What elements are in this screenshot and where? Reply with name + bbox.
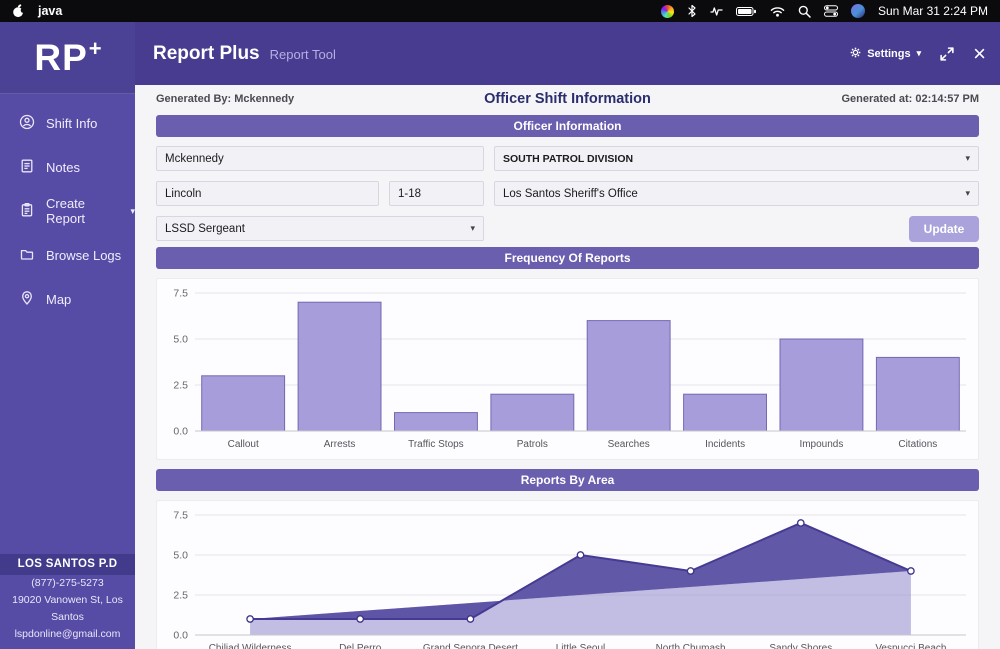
apple-menu-icon[interactable] [12, 3, 26, 19]
department-address: 19020 Vanowen St, Los Santos [0, 592, 135, 626]
svg-text:5.0: 5.0 [173, 334, 188, 346]
division-value: SOUTH PATROL DIVISION [503, 153, 633, 165]
app-subtitle: Report Tool [270, 47, 336, 62]
battery-icon[interactable] [736, 6, 757, 17]
division-select[interactable]: SOUTH PATROL DIVISION ▾ [494, 146, 979, 171]
sidebar-item-label: Notes [46, 160, 80, 175]
svg-text:Little Seoul: Little Seoul [556, 643, 605, 649]
gear-icon [849, 46, 862, 62]
app-logo: RP+ [0, 22, 135, 94]
svg-text:Incidents: Incidents [705, 439, 745, 450]
logo-plus: + [89, 36, 102, 62]
svg-text:Citations: Citations [898, 439, 937, 450]
user-avatar-icon[interactable] [851, 4, 865, 18]
chevron-down-icon: ▾ [470, 223, 475, 234]
svg-text:5.0: 5.0 [173, 550, 188, 562]
map-pin-icon [19, 290, 35, 309]
report-icon [19, 202, 35, 221]
department-select[interactable]: Los Santos Sheriff's Office ▾ [494, 181, 979, 206]
department-phone: (877)-275-5273 [0, 575, 135, 592]
section-header-frequency-of-reports: Frequency Of Reports [156, 247, 979, 269]
wifi-icon[interactable] [770, 6, 785, 17]
first-name-field[interactable] [156, 146, 484, 171]
generated-at: Generated at: 02:14:57 PM [841, 93, 979, 105]
sidebar: RP+ Shift Info Notes [0, 22, 135, 649]
svg-text:0.0: 0.0 [173, 426, 188, 438]
close-button[interactable]: × [973, 43, 986, 65]
main-content: Generated By: Mckennedy Officer Shift In… [135, 85, 1000, 649]
sidebar-item-shift-info[interactable]: Shift Info [0, 101, 135, 145]
svg-text:North Chumash: North Chumash [656, 643, 726, 649]
menubar-clock[interactable]: Sun Mar 31 2:24 PM [878, 4, 988, 18]
officer-info-form: SOUTH PATROL DIVISION ▾ Los Santos Sheri… [156, 146, 979, 242]
area-chart-canvas: 0.0 2.5 5.0 7.5 Chiliad Wilderness Del Perro G… [157, 501, 978, 649]
activity-icon[interactable] [710, 5, 723, 17]
department-value: Los Santos Sheriff's Office [503, 188, 638, 200]
sidebar-item-map[interactable]: Map [0, 277, 135, 321]
svg-text:Sandy Shores: Sandy Shores [769, 643, 832, 649]
sidebar-item-label: Map [46, 292, 71, 307]
macos-menubar: java [0, 0, 1000, 22]
report-meta-row: Generated By: Mckennedy Officer Shift In… [135, 85, 1000, 111]
reports-by-area-chart: 0.0 2.5 5.0 7.5 Chiliad Wilderness Del Perro G… [156, 500, 979, 649]
svg-text:7.5: 7.5 [173, 288, 188, 300]
callsign-field[interactable] [389, 181, 484, 206]
last-name-field[interactable] [156, 181, 379, 206]
rank-value: LSSD Sergeant [165, 223, 245, 235]
svg-text:7.5: 7.5 [173, 510, 188, 522]
sidebar-item-notes[interactable]: Notes [0, 145, 135, 189]
app-header: Report Plus Report Tool Settings ▾ [135, 22, 1000, 85]
logo-text: RP [34, 37, 87, 79]
generated-by: Generated By: Mckennedy [156, 93, 294, 105]
page-title: Officer Shift Information [484, 91, 651, 107]
svg-text:Searches: Searches [608, 439, 650, 450]
person-icon [19, 114, 35, 133]
sidebar-item-label: Browse Logs [46, 248, 121, 263]
notes-icon [19, 158, 35, 177]
folder-icon [19, 246, 35, 265]
sidebar-nav: Shift Info Notes Create Report ▾ [0, 94, 135, 321]
rank-select[interactable]: LSSD Sergeant ▾ [156, 216, 484, 241]
expand-button[interactable] [939, 46, 955, 62]
sidebar-item-create-report[interactable]: Create Report ▾ [0, 189, 135, 233]
svg-text:Impounds: Impounds [799, 439, 843, 450]
svg-text:2.5: 2.5 [173, 380, 188, 392]
sidebar-footer: LOS SANTOS P.D (877)-275-5273 19020 Vano… [0, 554, 135, 649]
spotlight-icon[interactable] [798, 5, 811, 18]
settings-menu[interactable]: Settings ▾ [849, 46, 921, 62]
sidebar-item-label: Create Report [46, 196, 117, 226]
svg-text:0.0: 0.0 [173, 630, 188, 642]
chevron-down-icon: ▾ [965, 153, 970, 164]
color-wheel-icon[interactable] [661, 5, 674, 18]
department-name: LOS SANTOS P.D [0, 554, 135, 575]
svg-text:Del Perro: Del Perro [339, 643, 382, 649]
bar-chart-canvas: 0.0 2.5 5.0 7.5 Callout Arrests Traffic Stops P… [157, 279, 978, 459]
svg-text:Patrols: Patrols [517, 439, 548, 450]
svg-text:Callout: Callout [228, 439, 259, 450]
chevron-down-icon: ▾ [917, 48, 922, 59]
frequency-of-reports-chart: 0.0 2.5 5.0 7.5 Callout Arrests Traffic Stops P… [156, 278, 979, 460]
settings-label: Settings [867, 48, 910, 60]
sidebar-item-label: Shift Info [46, 116, 97, 131]
svg-text:Grand Senora Desert: Grand Senora Desert [423, 643, 518, 649]
svg-text:Traffic Stops: Traffic Stops [408, 439, 464, 450]
control-center-icon[interactable] [824, 5, 838, 17]
svg-text:Arrests: Arrests [324, 439, 356, 450]
department-email: lspdonline@gmail.com [0, 626, 135, 643]
svg-text:Vespucci Beach: Vespucci Beach [875, 643, 946, 649]
svg-text:Chiliad Wilderness: Chiliad Wilderness [209, 643, 292, 649]
app-title: Report Plus [153, 43, 260, 65]
chevron-down-icon: ▾ [965, 188, 970, 199]
bluetooth-icon[interactable] [687, 4, 697, 18]
section-header-reports-by-area: Reports By Area [156, 469, 979, 491]
section-header-officer-information: Officer Information [156, 115, 979, 137]
sidebar-item-browse-logs[interactable]: Browse Logs [0, 233, 135, 277]
svg-text:2.5: 2.5 [173, 590, 188, 602]
update-button[interactable]: Update [909, 216, 979, 242]
active-app-menu[interactable]: java [38, 4, 62, 18]
